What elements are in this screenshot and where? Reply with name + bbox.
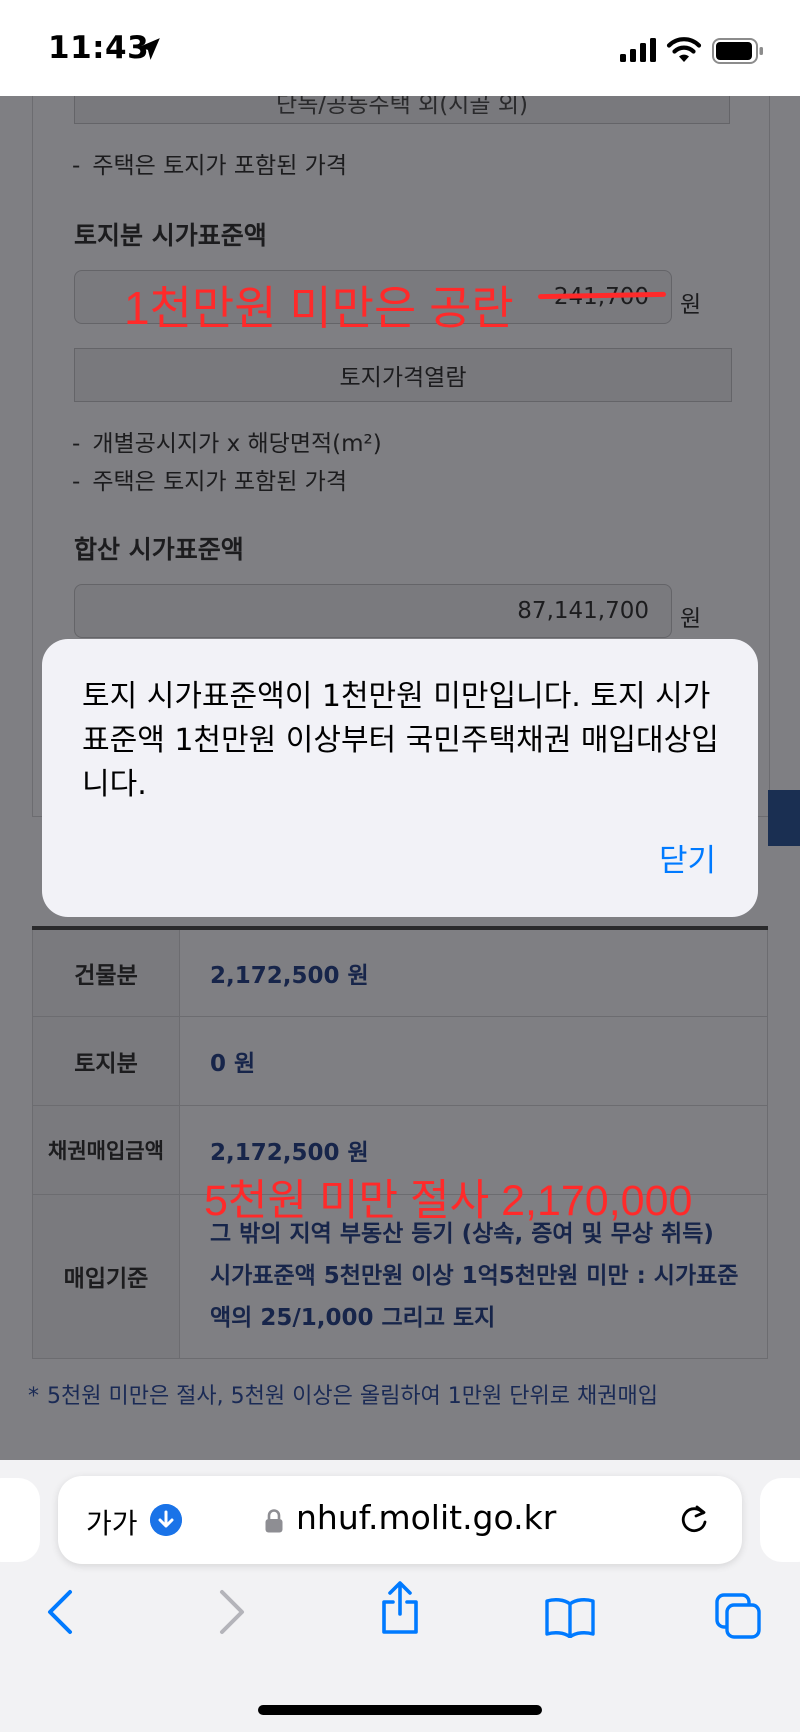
note-official-price: - 개별공시지가 x 해당면적(m²)	[72, 424, 382, 458]
land-price-button-label: 토지가격열람	[339, 365, 467, 391]
close-button[interactable]: 닫기	[659, 835, 716, 880]
row-label: 건물분	[32, 927, 180, 1017]
footnote: * 5천원 미만은 절사, 5천원 이상은 올림하여 1만원 단위로 채권매입	[28, 1378, 658, 1410]
reload-icon[interactable]	[676, 1502, 712, 1538]
previous-tab-preview[interactable]	[0, 1478, 40, 1562]
share-icon[interactable]	[378, 1580, 422, 1636]
alert-dialog: 토지 시가표준액이 1천만원 미만입니다. 토지 시가표준액 1천만원 이상부터…	[42, 639, 758, 917]
footnote-text: 5천원 미만은 절사, 5천원 이상은 올림하여 1만원 단위로 채권매입	[47, 1384, 658, 1409]
annotation-land-blank: 1천만원 미만은 공란	[124, 282, 514, 334]
note-dash: -	[72, 469, 81, 495]
row-label: 채권매입금액	[32, 1104, 180, 1195]
note-text: 주택은 토지가 포함된 가격	[92, 153, 348, 179]
url-text: nhuf.molit.go.kr	[296, 1498, 557, 1537]
footnote-star: *	[28, 1384, 39, 1409]
tabs-icon[interactable]	[714, 1592, 762, 1640]
result-table: 건물분 2,172,500 원 토지분 0 원 채권매입금액 2,172,500…	[32, 926, 768, 1359]
building-type-button[interactable]: 단독/공동주택 외(시골 외)	[74, 96, 730, 124]
note-house-land-top: - 주택은 토지가 포함된 가격	[72, 146, 347, 180]
row-label: 토지분	[32, 1015, 180, 1106]
next-tab-preview[interactable]	[760, 1478, 800, 1562]
note-text: 주택은 토지가 포함된 가격	[92, 469, 348, 495]
table-row: 건물분 2,172,500 원	[32, 927, 768, 1017]
text-size-button[interactable]: 가가	[86, 1502, 138, 1542]
wifi-icon	[666, 37, 702, 62]
cellular-signal-icon	[620, 38, 656, 62]
total-value: 87,141,700	[517, 598, 649, 624]
lock-icon	[265, 1509, 283, 1533]
calculate-button-edge[interactable]	[768, 790, 800, 846]
note-dash: -	[72, 153, 81, 179]
row-label: 매입기준	[32, 1193, 180, 1359]
total-section-title: 합산 시가표준액	[74, 535, 244, 564]
total-value-input[interactable]: 87,141,700	[74, 584, 672, 638]
annotation-truncate: 5천원 미만 절사 2,170,000	[204, 1177, 693, 1225]
home-indicator	[258, 1705, 542, 1715]
battery-icon	[712, 38, 763, 64]
location-arrow-icon	[138, 38, 160, 60]
land-unit: 원	[680, 292, 702, 318]
table-row: 토지분 0 원	[32, 1015, 768, 1106]
note-dash: -	[72, 431, 81, 457]
back-icon[interactable]	[44, 1588, 76, 1636]
row-value: 0 원	[179, 1015, 768, 1106]
building-type-label: 단독/공동주택 외(시골 외)	[276, 96, 528, 118]
bookmarks-icon[interactable]	[544, 1596, 596, 1638]
land-price-button[interactable]: 토지가격열람	[74, 348, 732, 402]
address-bar[interactable]: 가가 nhuf.molit.go.kr	[58, 1476, 742, 1564]
note-house-land: - 주택은 토지가 포함된 가격	[72, 462, 347, 496]
note-text: 개별공시지가 x 해당면적(m²)	[92, 431, 382, 457]
download-indicator-icon[interactable]	[150, 1504, 182, 1536]
status-time: 11:43	[48, 30, 150, 66]
land-section-title: 토지분 시가표준액	[74, 221, 267, 250]
total-unit: 원	[680, 606, 702, 632]
row-value: 2,172,500 원	[179, 927, 768, 1017]
forward-icon[interactable]	[216, 1588, 248, 1636]
alert-message: 토지 시가표준액이 1천만원 미만입니다. 토지 시가표준액 1천만원 이상부터…	[82, 679, 719, 802]
status-bar: 11:43	[0, 0, 800, 96]
